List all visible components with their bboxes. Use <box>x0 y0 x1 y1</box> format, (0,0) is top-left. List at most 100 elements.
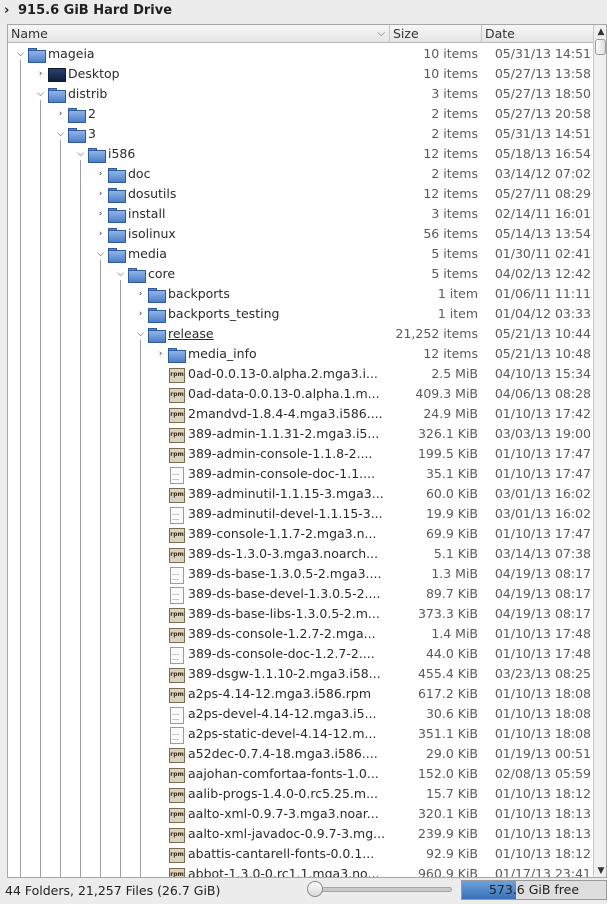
row-label: 3 <box>88 126 96 141</box>
doc-icon <box>167 566 185 584</box>
file-row[interactable]: a2ps-static-devel-4.14-12.m... 351.1 KiB 0… <box>8 724 593 744</box>
file-row[interactable]: 389-ds-1.3.0-3.mga3.noarch... 5.1 KiB 03/1… <box>8 544 593 564</box>
row-size: 30.6 KiB <box>425 706 478 721</box>
zoom-slider-handle[interactable] <box>307 881 323 897</box>
column-size[interactable]: Size <box>390 25 482 43</box>
file-row[interactable]: abbot-1.3.0-0.rc1.1.mga3.no... 960.9 KiB 0… <box>8 864 593 877</box>
row-date: 03/14/12 07:02 <box>494 166 591 181</box>
folder-icon <box>147 306 166 323</box>
row-label: install <box>128 206 166 221</box>
file-row[interactable]: 389-adminutil-1.1.15-3.mga3... 60.0 KiB 03… <box>8 484 593 504</box>
expand-chevron-right-icon[interactable]: › <box>134 304 147 324</box>
row-name-cell: › isolinux <box>94 224 176 244</box>
folder-icon <box>67 126 86 143</box>
row-date: 01/19/13 00:51 <box>494 746 591 761</box>
file-row[interactable]: 389-ds-console-1.2.7-2.mga... 1.4 MiB 01/1… <box>8 624 593 644</box>
folder-row[interactable]: ⌵ 3 2 items 05/31/13 14:51 <box>8 124 593 144</box>
folder-row[interactable]: › backports 1 item 01/06/11 11:11 <box>8 284 593 304</box>
expand-chevron-right-icon[interactable]: › <box>154 344 167 364</box>
pkg-icon <box>167 426 185 443</box>
scrollbar-thumb[interactable] <box>595 39 606 55</box>
file-row[interactable]: 389-ds-base-1.3.0.5-2.mga3.... 1.3 MiB 04/… <box>8 564 593 584</box>
row-label: 2 <box>88 106 96 121</box>
row-date: 01/10/13 18:13 <box>494 806 591 821</box>
row-name-cell: 2mandvd-1.8.4-4.mga3.i586.... <box>154 404 383 424</box>
row-date: 04/19/13 08:17 <box>494 586 591 601</box>
file-row[interactable]: a2ps-devel-4.14-12.mga3.i5... 30.6 KiB 01/… <box>8 704 593 724</box>
row-date: 01/10/13 17:42 <box>494 406 591 421</box>
row-size: 2.5 MiB <box>431 366 478 381</box>
row-size: 60.0 KiB <box>425 486 478 501</box>
zoom-slider-track[interactable] <box>312 887 452 892</box>
expand-chevron-right-icon[interactable]: › <box>54 104 67 124</box>
row-size: 35.1 KiB <box>425 466 478 481</box>
file-row[interactable]: a52dec-0.7.4-18.mga3.i586.... 29.0 KiB 01/… <box>8 744 593 764</box>
folder-row[interactable]: ⌵ distrib 3 items 05/27/13 18:50 <box>8 84 593 104</box>
expand-chevron-right-icon[interactable]: › <box>134 284 147 304</box>
row-name-cell: aajohan-comfortaa-fonts-1.0... <box>154 764 379 784</box>
folder-row[interactable]: ⌵ mageia 10 items 05/31/13 14:51 <box>8 44 593 64</box>
tree-rows: ⌵ mageia 10 items 05/31/13 14:51 › Desktop 10 … <box>8 44 593 877</box>
file-row[interactable]: 389-admin-console-1.1.8-2.... 199.5 KiB 01… <box>8 444 593 464</box>
row-size: 5.1 KiB <box>433 546 478 561</box>
folder-row[interactable]: › dosutils 12 items 05/27/11 08:29 <box>8 184 593 204</box>
file-row[interactable]: 389-ds-console-doc-1.2.7-2.... 44.0 KiB 01… <box>8 644 593 664</box>
row-name-cell: 389-admin-console-doc-1.1.... <box>154 464 375 484</box>
expand-chevron-right-icon[interactable]: › <box>94 184 107 204</box>
row-name-cell: 389-ds-base-devel-1.3.0.5-2.... <box>154 584 380 604</box>
row-size: 19.9 KiB <box>425 506 478 521</box>
expand-chevron-right-icon[interactable]: › <box>94 204 107 224</box>
pkg-icon <box>167 846 185 863</box>
file-row[interactable]: 2mandvd-1.8.4-4.mga3.i586.... 24.9 MiB 01/… <box>8 404 593 424</box>
column-name[interactable]: Name ⌵ <box>8 25 390 43</box>
row-label: aalto-xml-0.9.7-3.mga3.noar... <box>188 806 379 821</box>
file-row[interactable]: 389-ds-base-libs-1.3.0.5-2.m... 373.3 KiB… <box>8 604 593 624</box>
scroll-up-icon[interactable]: ▲ <box>594 25 606 39</box>
file-row[interactable]: 389-adminutil-devel-1.1.15-3... 19.9 KiB 0… <box>8 504 593 524</box>
file-row[interactable]: aalib-progs-1.4.0-0.rc5.25.m... 15.7 KiB 0… <box>8 784 593 804</box>
file-row[interactable]: 389-dsgw-1.1.10-2.mga3.i58... 455.4 KiB 03… <box>8 664 593 684</box>
folder-row[interactable]: ⌵ media 5 items 01/30/11 02:41 <box>8 244 593 264</box>
expand-chevron-right-icon[interactable]: › <box>94 164 107 184</box>
file-row[interactable]: a2ps-4.14-12.mga3.i586.rpm 617.2 KiB 01/10… <box>8 684 593 704</box>
file-row[interactable]: 389-ds-base-devel-1.3.0.5-2.... 89.7 KiB 0… <box>8 584 593 604</box>
file-row[interactable]: 0ad-0.0.13-0.alpha.2.mga3.i... 2.5 MiB 04/… <box>8 364 593 384</box>
file-row[interactable]: 389-admin-console-doc-1.1.... 35.1 KiB 01/… <box>8 464 593 484</box>
row-name-cell: 389-ds-base-1.3.0.5-2.mga3.... <box>154 564 381 584</box>
row-name-cell: ⌵ release <box>134 324 214 344</box>
column-date[interactable]: Date <box>482 25 593 43</box>
folder-icon <box>107 226 126 243</box>
row-date: 05/27/11 08:29 <box>494 186 591 201</box>
row-label: isolinux <box>128 226 176 241</box>
row-label: 389-adminutil-1.1.15-3.mga3... <box>188 486 384 501</box>
expand-chevron-right-icon[interactable]: › <box>94 224 107 244</box>
row-name-cell: ⌵ mageia <box>14 44 95 64</box>
file-row[interactable]: abattis-cantarell-fonts-0.0.1... 92.9 KiB… <box>8 844 593 864</box>
folder-row[interactable]: ⌵ core 5 items 04/02/13 12:42 <box>8 264 593 284</box>
file-row[interactable]: aalto-xml-0.9.7-3.mga3.noar... 320.1 KiB 0… <box>8 804 593 824</box>
file-row[interactable]: 389-console-1.1.7-2.mga3.n... 69.9 KiB 01/… <box>8 524 593 544</box>
folder-row[interactable]: › media_info 12 items 05/21/13 10:48 <box>8 344 593 364</box>
file-tree-view[interactable]: Name ⌵ Size Date ⌵ mageia 10 items 05/31/13… <box>7 24 607 878</box>
folder-row[interactable]: › 2 2 items 05/27/13 20:58 <box>8 104 593 124</box>
folder-row[interactable]: › install 3 items 02/14/11 16:01 <box>8 204 593 224</box>
folder-row[interactable]: ⌵ i586 12 items 05/18/13 16:54 <box>8 144 593 164</box>
vertical-scrollbar[interactable]: ▲ ▼ <box>593 25 606 877</box>
folder-row[interactable]: › Desktop 10 items 05/27/13 13:58 <box>8 64 593 84</box>
file-row[interactable]: 389-admin-1.1.31-2.mga3.i5... 326.1 KiB 03… <box>8 424 593 444</box>
file-row[interactable]: aajohan-comfortaa-fonts-1.0... 152.0 KiB 0… <box>8 764 593 784</box>
folder-row[interactable]: › isolinux 56 items 05/14/13 13:54 <box>8 224 593 244</box>
drive-title[interactable]: › 915.6 GiB Hard Drive <box>0 0 607 20</box>
row-size: 92.9 KiB <box>425 846 478 861</box>
row-label: 0ad-0.0.13-0.alpha.2.mga3.i... <box>188 366 378 381</box>
scroll-down-icon[interactable]: ▼ <box>594 864 606 877</box>
file-row[interactable]: 0ad-data-0.0.13-0.alpha.1.m... 409.3 MiB 0… <box>8 384 593 404</box>
folder-row[interactable]: ⌵ release 21,252 items 05/21/13 10:44 <box>8 324 593 344</box>
folder-row[interactable]: › backports_testing 1 item 01/04/12 03:33 <box>8 304 593 324</box>
row-size: 320.1 KiB <box>417 806 478 821</box>
folder-row[interactable]: › doc 2 items 03/14/12 07:02 <box>8 164 593 184</box>
file-row[interactable]: aalto-xml-javadoc-0.9.7-3.mg... 239.9 KiB… <box>8 824 593 844</box>
row-date: 01/10/13 18:13 <box>494 826 591 841</box>
row-name-cell: 389-ds-console-doc-1.2.7-2.... <box>154 644 375 664</box>
expand-chevron-right-icon[interactable]: › <box>34 64 47 84</box>
